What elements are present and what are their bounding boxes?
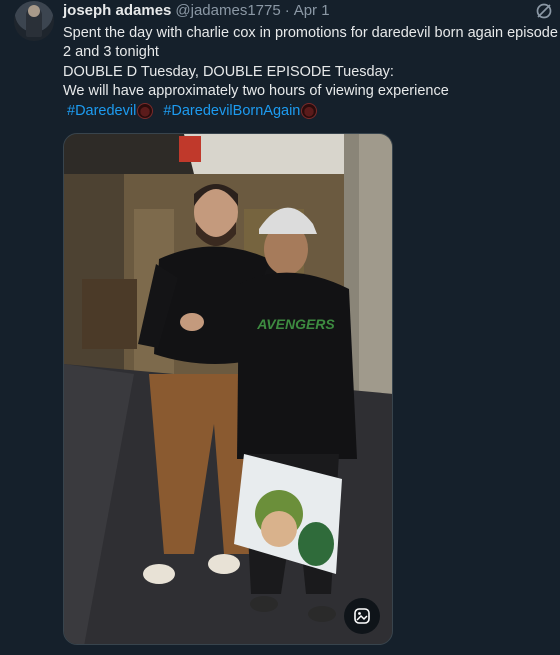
tweet: joseph adames @jadames1775 · Apr 1 Spent… [0, 0, 560, 655]
tweet-line-3: DOUBLE D Tuesday, DOUBLE EPISODE Tuesday… [63, 63, 394, 80]
daredevil-emoji-icon [137, 103, 154, 120]
tweet-header: joseph adames @jadames1775 · Apr 1 [63, 1, 330, 19]
image-edit-icon [354, 608, 370, 624]
tweet-line-4: We will have approximately two hours of … [63, 83, 449, 100]
shirt-text: AVENGERS [256, 316, 335, 332]
hashtag-daredevil[interactable]: #Daredevil [67, 102, 136, 121]
grok-icon[interactable] [534, 1, 554, 21]
tweet-text: Spent the day with charlie cox in promot… [63, 24, 560, 121]
avatar-head [28, 5, 40, 17]
photo-illustration: AVENGERS [64, 134, 392, 644]
display-name[interactable]: joseph adames [63, 2, 171, 19]
user-avatar[interactable] [14, 1, 54, 41]
image-edit-button[interactable] [344, 598, 380, 634]
tweet-line-2: 2 and 3 tonight [63, 44, 159, 61]
tweet-line-1: Spent the day with charlie cox in promot… [63, 25, 558, 41]
hashtag-daredevil-born-again[interactable]: #DaredevilBornAgain [163, 102, 300, 121]
tweet-date[interactable]: Apr 1 [294, 2, 330, 19]
daredevil-emoji-icon [301, 103, 318, 120]
tweet-photo[interactable]: AVENGERS [63, 133, 393, 645]
user-handle[interactable]: @jadames1775 [175, 2, 280, 19]
hashtag-line: #Daredevil #DaredevilBornAgain [63, 102, 560, 121]
separator-dot: · [284, 1, 290, 19]
